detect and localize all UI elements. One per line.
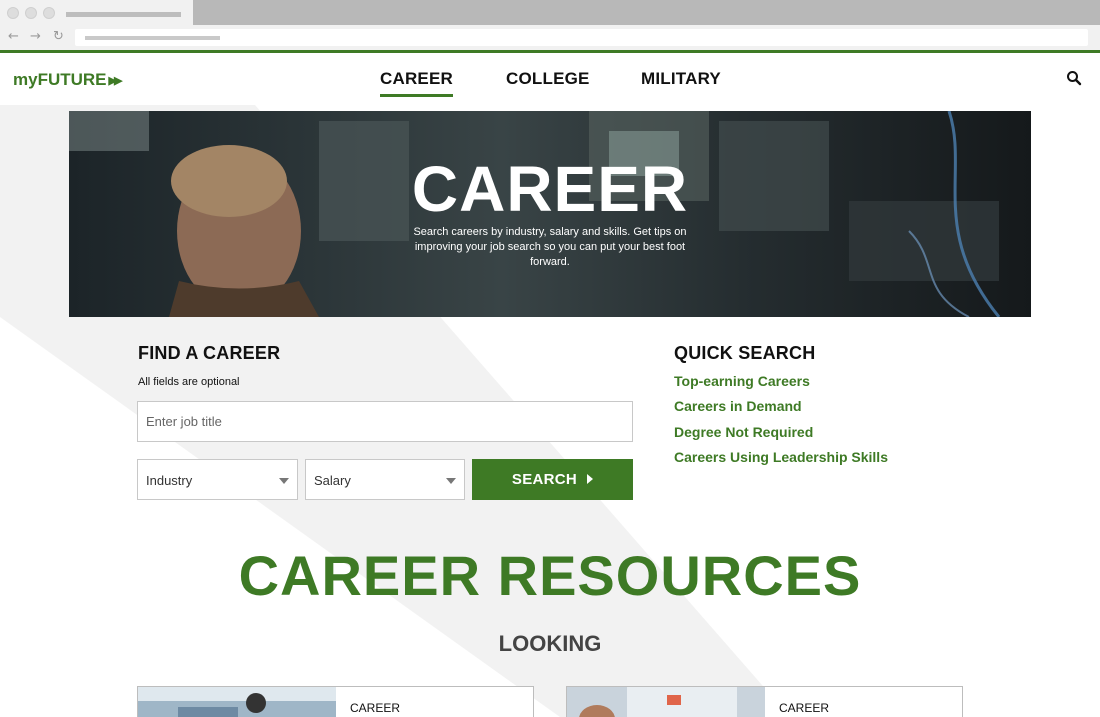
url-placeholder xyxy=(85,36,220,40)
search-button[interactable]: SEARCH xyxy=(472,459,633,500)
search-icon[interactable] xyxy=(1066,70,1082,86)
arrow-left-icon[interactable]: ← xyxy=(8,28,19,46)
job-title-input[interactable] xyxy=(137,401,633,442)
resource-card-image xyxy=(138,687,336,717)
reload-icon[interactable]: ↻ xyxy=(53,28,64,46)
nav-military[interactable]: MILITARY xyxy=(641,69,721,89)
window-close-dot[interactable] xyxy=(7,7,19,19)
resource-card[interactable]: CAREER xyxy=(137,686,534,717)
chevron-down-icon xyxy=(446,478,456,484)
salary-select-value: Salary xyxy=(314,473,351,488)
hero-banner: CAREER Search careers by industry, salar… xyxy=(69,111,1031,317)
career-resources-title: CAREER RESOURCES xyxy=(238,544,862,607)
logo-text: myFUTURE xyxy=(13,70,107,89)
tab-title-placeholder xyxy=(66,12,181,17)
quick-link-top-earning[interactable]: Top-earning Careers xyxy=(674,373,810,389)
caret-right-icon xyxy=(587,474,594,484)
quick-search-title: QUICK SEARCH xyxy=(674,343,816,363)
resource-card-label: CAREER xyxy=(350,701,401,715)
salary-select[interactable]: Salary xyxy=(305,459,465,500)
browser-tab[interactable] xyxy=(0,0,193,25)
arrow-right-icon[interactable]: → xyxy=(30,28,41,46)
logo-arrows-icon: ▶▶ xyxy=(108,75,123,87)
hero-description: Search careers by industry, salary and s… xyxy=(413,226,687,268)
browser-toolbar: ← → ↻ xyxy=(0,25,1100,50)
resource-card-image xyxy=(567,687,765,717)
window-maximize-dot[interactable] xyxy=(43,7,55,19)
window-minimize-dot[interactable] xyxy=(25,7,37,19)
address-bar[interactable] xyxy=(75,29,1088,46)
resource-card-label: CAREER xyxy=(779,701,830,715)
chevron-down-icon xyxy=(279,478,289,484)
looking-subtitle: LOOKING xyxy=(498,631,602,656)
resource-card[interactable]: CAREER xyxy=(566,686,963,717)
optional-fields-note: All fields are optional xyxy=(138,376,240,388)
quick-link-leadership[interactable]: Careers Using Leadership Skills xyxy=(674,449,888,465)
quick-link-in-demand[interactable]: Careers in Demand xyxy=(674,398,802,414)
quick-link-no-degree[interactable]: Degree Not Required xyxy=(674,424,813,440)
nav-college[interactable]: COLLEGE xyxy=(506,69,590,89)
industry-select-value: Industry xyxy=(146,473,193,488)
hero-title: CAREER xyxy=(411,153,689,225)
find-career-title: FIND A CAREER xyxy=(138,343,281,363)
site-logo[interactable]: myFUTURE ▶▶ xyxy=(13,70,123,90)
nav-career[interactable]: CAREER xyxy=(380,69,453,97)
industry-select[interactable]: Industry xyxy=(137,459,298,500)
site-header: myFUTURE ▶▶ CAREER COLLEGE MILITARY xyxy=(0,53,1100,105)
browser-tab-strip xyxy=(0,0,1100,25)
search-button-label: SEARCH xyxy=(511,471,578,488)
